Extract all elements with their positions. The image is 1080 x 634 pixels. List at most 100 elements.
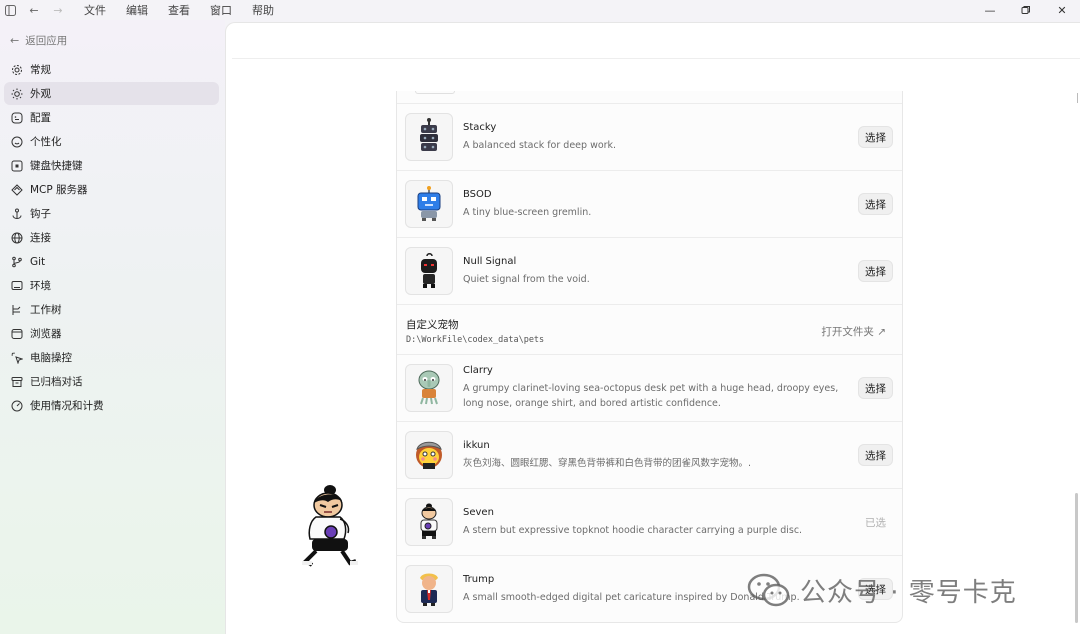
- select-button[interactable]: 选择: [858, 126, 893, 148]
- menu-edit[interactable]: 编辑: [126, 2, 148, 18]
- pet-thumbnail-stacky: [405, 113, 453, 161]
- sidebar-item-label: 配置: [30, 112, 51, 124]
- sidebar-item-config[interactable]: 配置: [4, 106, 219, 129]
- sidebar-item-label: 使用情况和计费: [30, 400, 104, 412]
- archive-icon: [11, 376, 23, 388]
- gauge-icon: [11, 400, 23, 412]
- sidebar-item-worktrees[interactable]: 工作树: [4, 298, 219, 321]
- menu-file[interactable]: 文件: [84, 2, 106, 18]
- sidebar-item-label: 连接: [30, 232, 51, 244]
- list-item: Null Signal Quiet signal from the void. …: [397, 237, 902, 304]
- back-to-app-link[interactable]: ← 返回应用: [0, 30, 225, 50]
- sidebar-item-label: 浏览器: [30, 328, 62, 340]
- sidebar-item-label: 外观: [30, 88, 51, 100]
- select-button[interactable]: 选择: [858, 444, 893, 466]
- sidebar-item-usage-billing[interactable]: 使用情况和计费: [4, 394, 219, 417]
- sidebar-item-label: 电脑操控: [30, 352, 72, 364]
- wechat-logo-icon: [747, 573, 790, 607]
- scroll-arrow[interactable]: [1075, 93, 1078, 103]
- settings-nav: 常规 外观 配置 个性化 键盘快捷键 MCP 服务器 钩子 连接 Git 环境 …: [0, 58, 225, 417]
- gear-icon: [11, 64, 23, 76]
- list-item: ikkun 灰色刘海、圆眼红腮、穿黑色背带裤和白色背带的团雀风数字宠物。. 选择: [397, 421, 902, 488]
- pet-thumbnail-ikkun: [405, 431, 453, 479]
- close-icon[interactable]: ✕: [1044, 0, 1080, 20]
- pet-name: BSOD: [463, 188, 492, 200]
- custom-pets-section: 自定义宠物 D:\WorkFile\codex_data\pets 打开文件夹 …: [397, 304, 902, 354]
- sidebar-item-archived-chats[interactable]: 已归档对话: [4, 370, 219, 393]
- list-item: BSOD A tiny blue-screen gremlin. 选择: [397, 170, 902, 237]
- globe-icon: [11, 232, 23, 244]
- clarry-pet-icon: [418, 370, 440, 405]
- settings-sidebar: ← 返回应用 常规 外观 配置 个性化 键盘快捷键 MCP 服务器 钩子 连接 …: [0, 20, 225, 634]
- pet-thumbnail-clarry: [405, 364, 453, 412]
- sidebar-item-appearance[interactable]: 外观: [4, 82, 219, 105]
- watermark-text: 公众号 · 零号卡克: [800, 577, 1017, 608]
- pet-thumbnail-seven: [405, 498, 453, 546]
- pet-description: 灰色刘海、圆眼红腮、穿黑色背带裤和白色背带的团雀风数字宠物。.: [463, 457, 752, 469]
- menu-view[interactable]: 查看: [168, 2, 190, 18]
- arrow-left-icon: ←: [10, 33, 20, 47]
- trump-pet-icon: [420, 573, 438, 606]
- sidebar-item-label: 常规: [30, 64, 51, 76]
- pet-name: Clarry: [463, 365, 493, 376]
- list-item: Stacky A balanced stack for deep work. 选…: [397, 103, 902, 170]
- pet-name: ikkun: [463, 439, 490, 451]
- ikkun-pet-icon: [416, 441, 442, 469]
- select-button[interactable]: 选择: [858, 377, 893, 399]
- forward-arrow-icon[interactable]: →: [52, 4, 64, 17]
- minimize-icon[interactable]: —: [972, 0, 1008, 20]
- menu-window[interactable]: 窗口: [210, 2, 232, 18]
- sidebar-item-hooks[interactable]: 钩子: [4, 202, 219, 225]
- sidebar-item-label: MCP 服务器: [30, 184, 88, 196]
- sidebar-item-general[interactable]: 常规: [4, 58, 219, 81]
- pet-description: Quiet signal from the void.: [463, 273, 590, 285]
- floating-desk-pet[interactable]: [298, 483, 362, 571]
- pet-description: A grumpy clarinet-loving sea-octopus des…: [463, 383, 839, 409]
- restore-icon[interactable]: [1008, 0, 1044, 20]
- sidebar-item-keyboard-shortcuts[interactable]: 键盘快捷键: [4, 154, 219, 177]
- menu-help[interactable]: 帮助: [252, 2, 274, 18]
- pet-list: Stacky A balanced stack for deep work. 选…: [396, 91, 903, 623]
- open-folder-link[interactable]: 打开文件夹 ↗: [821, 324, 886, 339]
- previous-item-edge: [415, 91, 455, 94]
- sun-icon: [11, 88, 23, 100]
- git-branch-icon: [11, 256, 23, 268]
- menu-bar: 文件 编辑 查看 窗口 帮助: [84, 2, 294, 18]
- scrollbar-thumb[interactable]: [1075, 493, 1078, 623]
- pet-description: A stern but expressive topknot hoodie ch…: [463, 524, 803, 536]
- null-signal-pet-icon: [421, 253, 437, 288]
- keyboard-icon: [11, 160, 23, 172]
- seven-desk-pet-image: [302, 485, 358, 567]
- sidebar-item-personalization[interactable]: 个性化: [4, 130, 219, 153]
- sidebar-item-label: 已归档对话: [30, 376, 83, 388]
- sidebar-toggle-icon[interactable]: [4, 4, 16, 16]
- pet-thumbnail-null-signal: [405, 247, 453, 295]
- sidebar-item-label: 钩子: [30, 208, 51, 220]
- watermark: 公众号 · 零号卡克: [746, 572, 1017, 608]
- sidebar-item-computer-control[interactable]: 电脑操控: [4, 346, 219, 369]
- browser-icon: [11, 328, 23, 340]
- pet-description: A balanced stack for deep work.: [463, 139, 617, 151]
- sidebar-item-connections[interactable]: 连接: [4, 226, 219, 249]
- sidebar-item-label: 工作树: [30, 304, 62, 316]
- pet-thumbnail-bsod: [405, 180, 453, 228]
- pets-folder-path: D:\WorkFile\codex_data\pets: [406, 335, 545, 345]
- mcp-icon: [11, 183, 23, 196]
- sidebar-item-mcp-servers[interactable]: MCP 服务器: [4, 178, 219, 201]
- section-title: 自定义宠物: [406, 319, 459, 331]
- select-button[interactable]: 选择: [858, 193, 893, 215]
- sidebar-item-browser[interactable]: 浏览器: [4, 322, 219, 345]
- list-item: Seven A stern but expressive topknot hoo…: [397, 488, 902, 555]
- back-arrow-icon[interactable]: ←: [28, 4, 40, 17]
- pet-name: Null Signal: [463, 255, 517, 267]
- sidebar-item-environment[interactable]: 环境: [4, 274, 219, 297]
- list-item: Clarry A grumpy clarinet-loving sea-octo…: [397, 354, 902, 421]
- sidebar-item-label: 环境: [30, 280, 51, 292]
- pet-name: Seven: [463, 506, 494, 518]
- worktree-icon: [11, 304, 23, 316]
- bsod-pet-icon: [417, 186, 441, 221]
- sidebar-item-label: 键盘快捷键: [30, 160, 83, 172]
- select-button[interactable]: 选择: [858, 260, 893, 282]
- sidebar-item-git[interactable]: Git: [4, 250, 219, 273]
- pointer-icon: [11, 352, 23, 364]
